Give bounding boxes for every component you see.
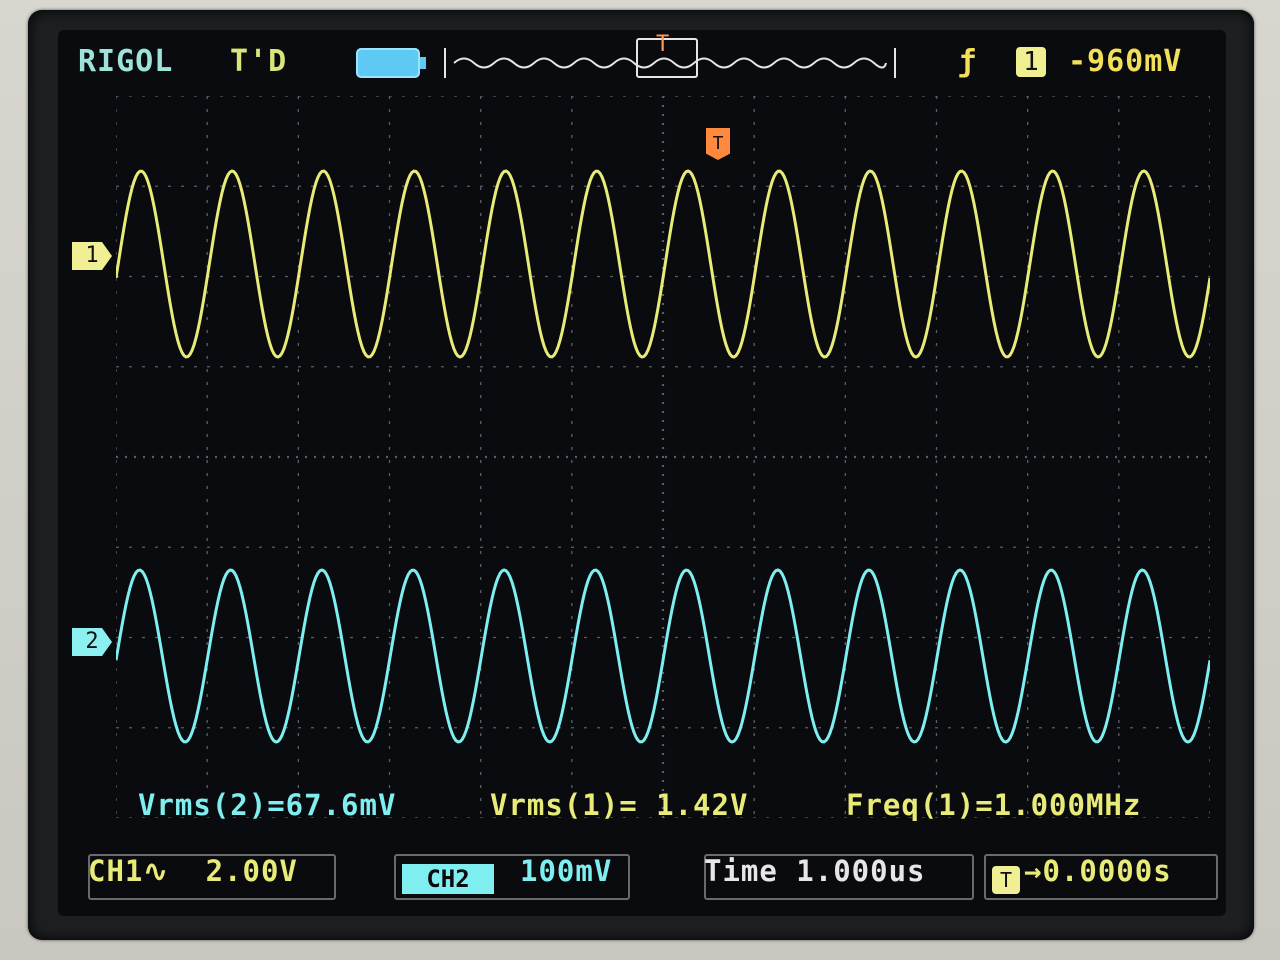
trigger-channel-badge: 1 xyxy=(1016,47,1046,77)
trigger-offset-label: →0.0000s xyxy=(1024,854,1172,888)
trigger-offset-icon: T xyxy=(992,866,1020,894)
ch2-waveform xyxy=(114,568,1212,744)
trigger-marker: T xyxy=(706,128,730,160)
ch1-waveform xyxy=(114,169,1212,359)
oscilloscope-screen: RIGOL T'D ƒ 1 -960mV 1 2 T Vrms(2)=67.6m… xyxy=(58,30,1226,916)
trigger-position-marker xyxy=(636,32,698,78)
measurement-freq-ch1: Freq(1)=1.000MHz xyxy=(846,788,1142,822)
trigger-level-value: -960mV xyxy=(1068,44,1183,79)
waveform-plot: 1 2 T xyxy=(72,95,1212,819)
ch2-ground-marker: 2 xyxy=(72,628,112,656)
ch1-ground-marker: 1 xyxy=(72,242,112,270)
trigger-slope-icon: ƒ xyxy=(958,44,978,79)
measurement-vrms-ch2: Vrms(2)=67.6mV xyxy=(138,788,397,822)
battery-icon xyxy=(356,48,426,78)
ch2-label: CH2 xyxy=(402,864,494,894)
ch1-scale-label: CH1∿ 2.00V xyxy=(88,854,298,888)
trigger-status: T'D xyxy=(230,44,288,79)
ch2-scale-label: 100mV xyxy=(520,854,613,888)
measurement-vrms-ch1: Vrms(1)= 1.42V xyxy=(490,788,749,822)
brand-label: RIGOL xyxy=(78,44,174,79)
waveform-svg xyxy=(114,95,1212,819)
time-scale-label: Time 1.000us xyxy=(704,854,926,888)
